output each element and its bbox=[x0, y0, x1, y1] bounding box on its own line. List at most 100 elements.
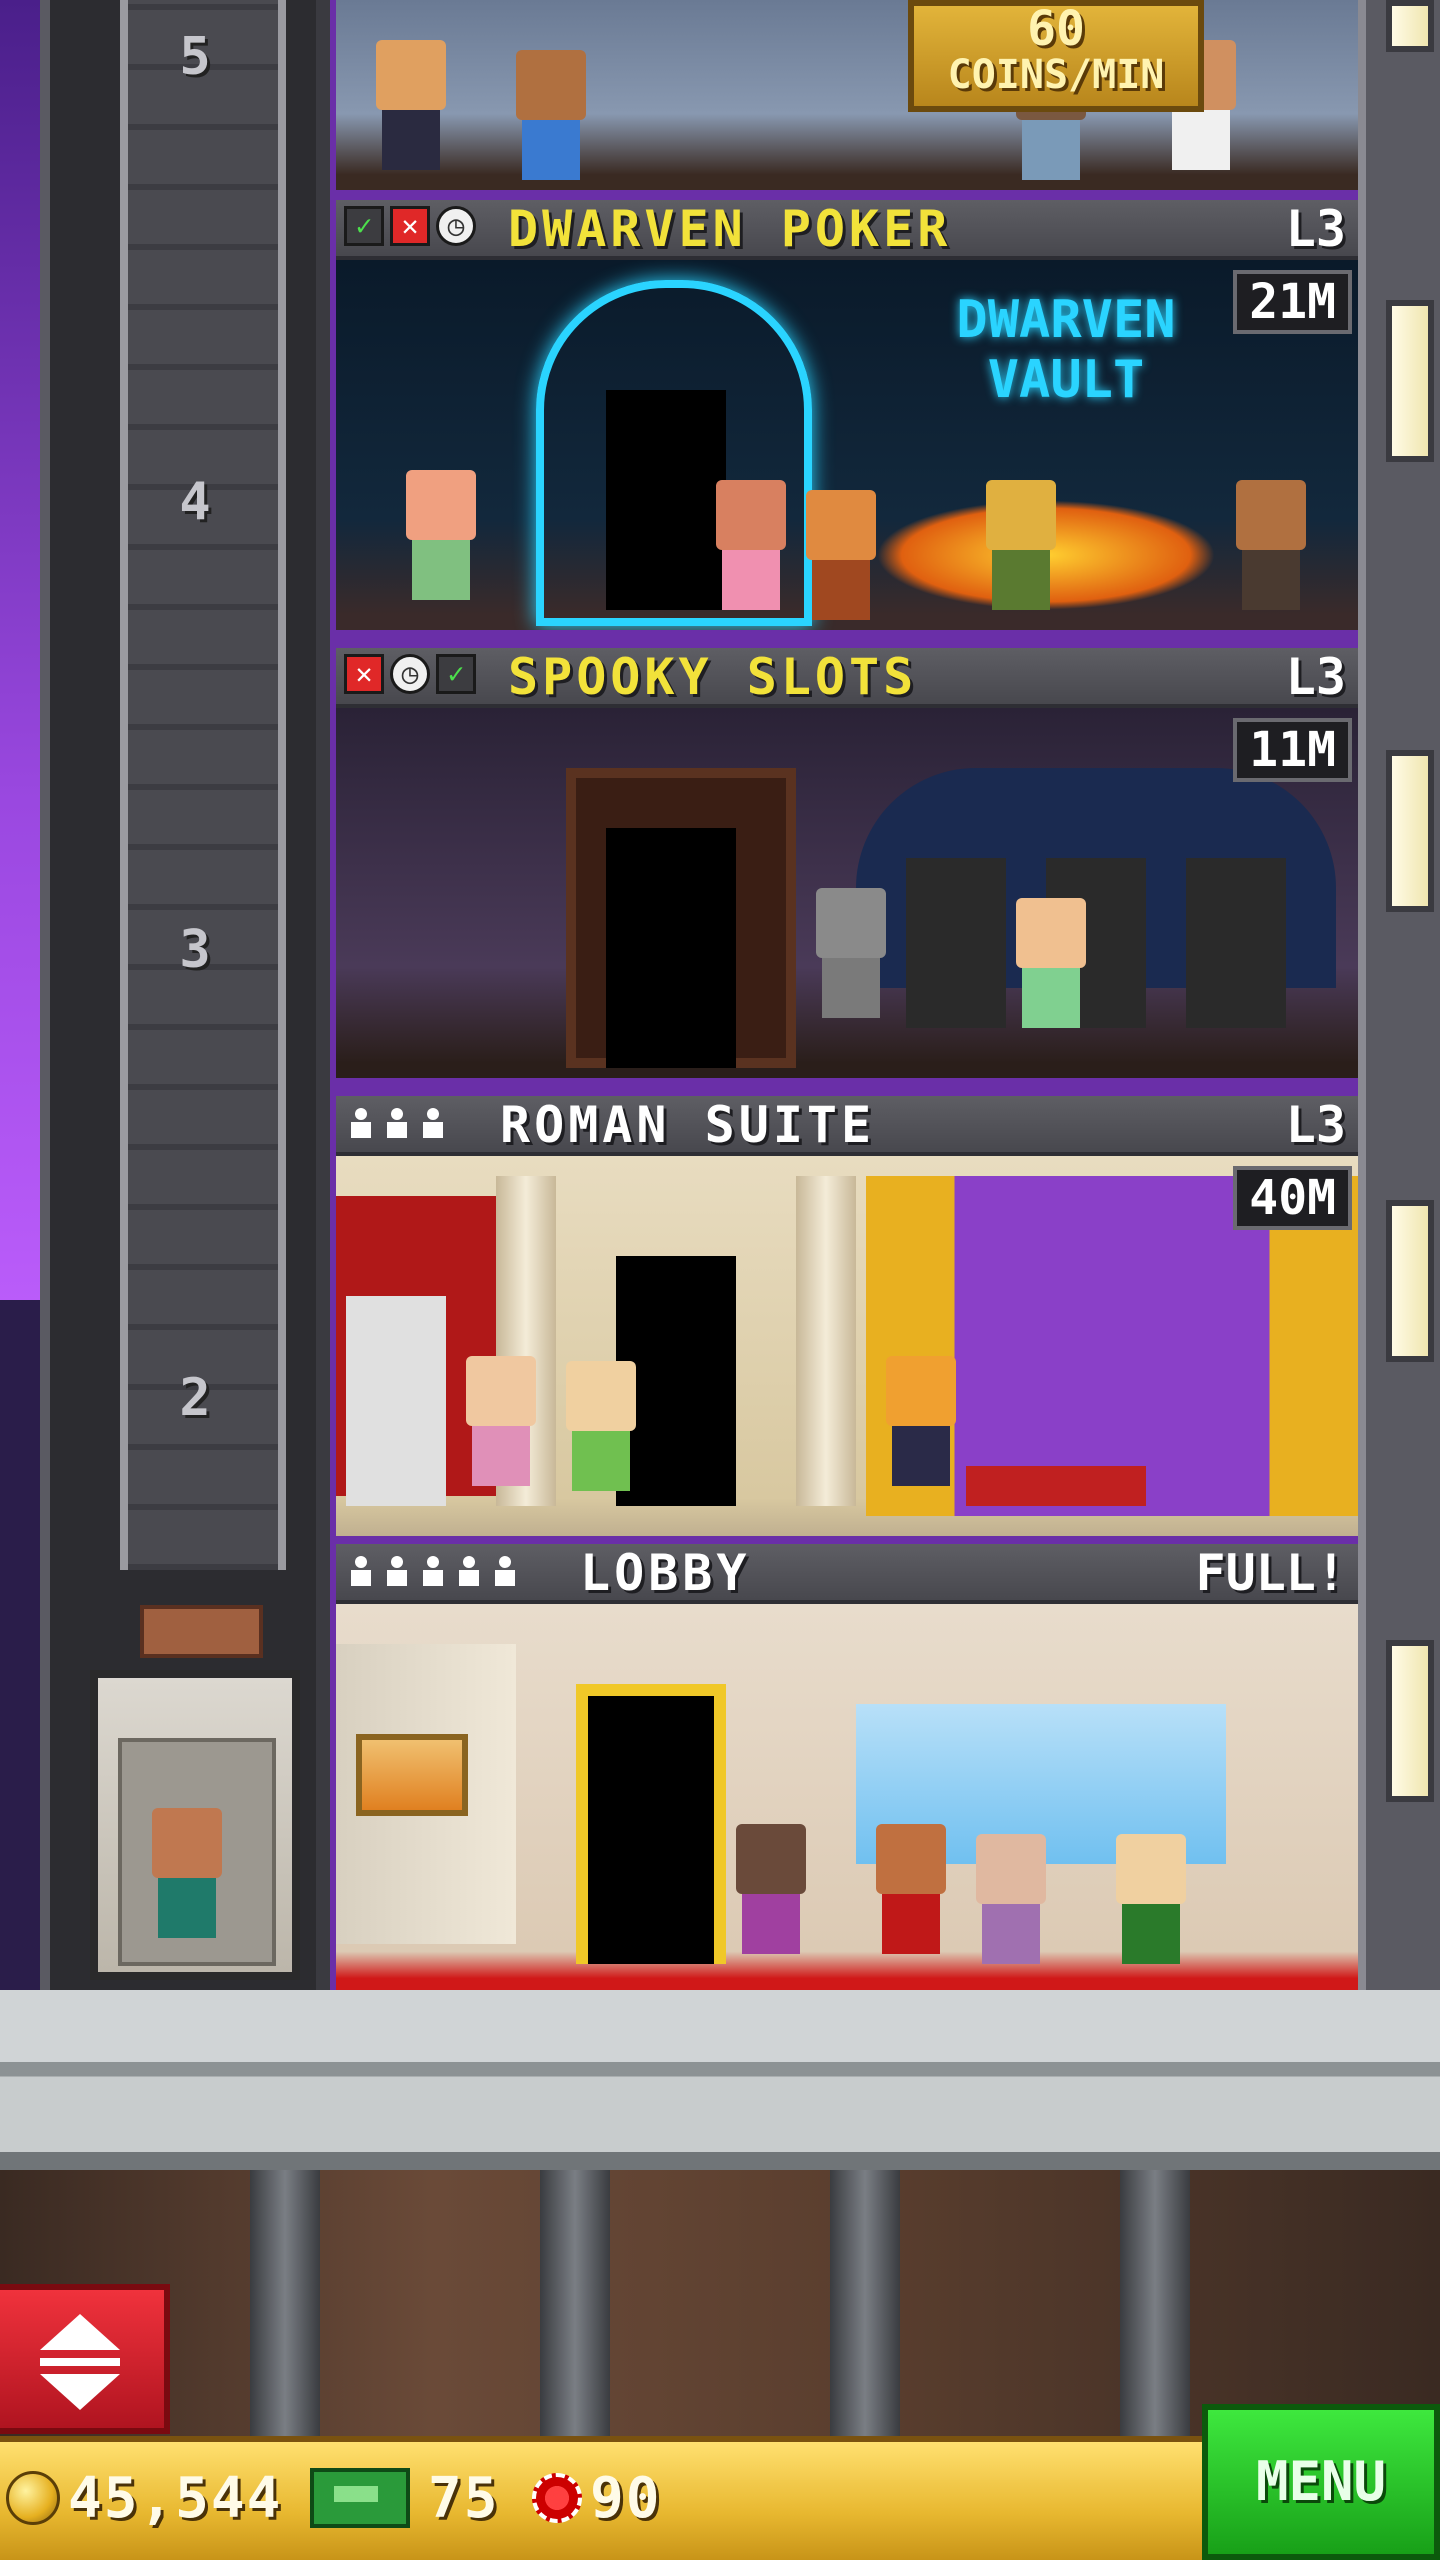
city-skyline bbox=[0, 1300, 40, 2000]
status-icons: ✓ ✕ ◷ bbox=[344, 206, 476, 246]
bellhop-body bbox=[882, 1894, 940, 1954]
roman-suite-room bbox=[336, 1156, 1358, 1536]
resident-icon bbox=[422, 1546, 444, 1590]
floor-dwarven-poker[interactable]: ✓ ✕ ◷ DWARVEN POKER L3 DWARVEN VAULT 21M bbox=[336, 200, 1358, 648]
room-door[interactable] bbox=[606, 390, 726, 610]
guest-body bbox=[1122, 1904, 1180, 1964]
guest-head bbox=[566, 1361, 636, 1431]
elevator-car[interactable] bbox=[90, 1670, 300, 1980]
resident-icon bbox=[386, 1098, 408, 1142]
guest-head bbox=[376, 40, 446, 110]
bed bbox=[966, 1466, 1146, 1506]
wall-lamp bbox=[1386, 0, 1434, 52]
dwarf-body bbox=[812, 560, 870, 620]
resident-icon bbox=[458, 1546, 480, 1590]
basement[interactable] bbox=[0, 2170, 1440, 2440]
floor-name: ROMAN SUITE bbox=[500, 1096, 876, 1154]
menu-button[interactable]: MENU bbox=[1202, 2404, 1440, 2560]
guest-head bbox=[716, 480, 786, 550]
resident-icon bbox=[494, 1546, 516, 1590]
elevator-rider[interactable] bbox=[152, 1808, 232, 1948]
wall-lamp bbox=[1386, 300, 1434, 462]
clock-icon: ◷ bbox=[436, 206, 476, 246]
resident-icon bbox=[350, 1098, 372, 1142]
floor-number-2: 2 bbox=[179, 1368, 211, 1428]
floor-restaurant[interactable]: 60 COINS/MIN bbox=[336, 0, 1358, 200]
floor-name: SPOOKY SLOTS bbox=[508, 648, 918, 706]
guest-body bbox=[742, 1894, 800, 1954]
chips-counter[interactable]: 90 bbox=[532, 2458, 661, 2538]
basement-pillar bbox=[540, 2170, 610, 2440]
floor-spooky-slots[interactable]: ✕ ◷ ✓ SPOOKY SLOTS L3 11M bbox=[336, 648, 1358, 1096]
cross-icon: ✕ bbox=[390, 206, 430, 246]
dwarf-body bbox=[1242, 550, 1300, 610]
basement-pillar bbox=[250, 2170, 320, 2440]
chip-icon bbox=[532, 2473, 582, 2523]
resident-icon bbox=[350, 1546, 372, 1590]
floor-lobby[interactable]: LOBBY FULL! bbox=[336, 1544, 1358, 1990]
shaft-wall bbox=[120, 0, 286, 1570]
floor-status: FULL! bbox=[1195, 1544, 1346, 1602]
check-icon: ✓ bbox=[344, 206, 384, 246]
stock-badge[interactable]: 21M bbox=[1233, 270, 1352, 334]
wall-lamp bbox=[1386, 750, 1434, 912]
elevator-control-button[interactable] bbox=[0, 2284, 170, 2434]
coins-per-min-badge[interactable]: 60 COINS/MIN bbox=[908, 0, 1204, 112]
guest-body bbox=[982, 1904, 1040, 1964]
tower-right-wall bbox=[1358, 0, 1440, 1990]
bux-icon bbox=[310, 2468, 410, 2528]
stock-badge[interactable]: 40M bbox=[1233, 1166, 1352, 1230]
floor-number-5: 5 bbox=[179, 27, 211, 87]
guest-head bbox=[1116, 1834, 1186, 1904]
guest-body bbox=[382, 110, 440, 170]
ground-slab bbox=[0, 1990, 1440, 2170]
guest-head bbox=[516, 50, 586, 120]
resident-head bbox=[886, 1356, 956, 1426]
coin-icon bbox=[6, 2471, 60, 2525]
dwarf-body bbox=[992, 550, 1050, 610]
coins-per-min-value: 60 bbox=[1027, 1, 1085, 57]
guest-body bbox=[412, 540, 470, 600]
basement-pillar bbox=[830, 2170, 900, 2440]
chips-value: 90 bbox=[590, 2465, 662, 2531]
stock-badge[interactable]: 11M bbox=[1233, 718, 1352, 782]
guest-body bbox=[522, 120, 580, 180]
slot-machine[interactable] bbox=[906, 858, 1006, 1028]
floor-name: LOBBY bbox=[580, 1544, 751, 1602]
guest-head bbox=[736, 1824, 806, 1894]
zombie-head bbox=[816, 888, 886, 958]
bux-counter[interactable]: 75 bbox=[310, 2458, 499, 2538]
guest-head bbox=[406, 470, 476, 540]
statue bbox=[346, 1296, 446, 1506]
floor-title-bar: ✕ ◷ ✓ SPOOKY SLOTS L3 bbox=[336, 648, 1358, 708]
slot-machine[interactable] bbox=[1186, 858, 1286, 1028]
guest-body bbox=[572, 1431, 630, 1491]
spooky-slots-room bbox=[336, 708, 1358, 1078]
wall-lamp bbox=[1386, 1640, 1434, 1802]
guest-head bbox=[466, 1356, 536, 1426]
up-down-arrows-icon bbox=[40, 2314, 120, 2410]
guest-body bbox=[472, 1426, 530, 1486]
basement-pillar bbox=[1120, 2170, 1190, 2440]
zombie-body bbox=[822, 958, 880, 1018]
status-icons: ✕ ◷ ✓ bbox=[344, 654, 476, 694]
bellhop-head bbox=[876, 1824, 946, 1894]
guest-body bbox=[1022, 968, 1080, 1028]
restaurant-room bbox=[336, 0, 1358, 190]
elevator-counterweight bbox=[140, 1605, 263, 1658]
vault-sign: DWARVEN VAULT bbox=[956, 290, 1176, 410]
wall-lamp bbox=[1386, 1200, 1434, 1362]
floor-roman-suite[interactable]: ROMAN SUITE L3 40M bbox=[336, 1096, 1358, 1544]
clock-icon: ◷ bbox=[390, 654, 430, 694]
floor-number-4: 4 bbox=[179, 472, 211, 532]
guest-body bbox=[722, 550, 780, 610]
room-door[interactable] bbox=[606, 828, 736, 1068]
coins-counter[interactable]: 45,544 bbox=[6, 2458, 282, 2538]
resident-icon bbox=[422, 1098, 444, 1142]
coins-per-min-unit: COINS/MIN bbox=[947, 52, 1165, 98]
lobby-door[interactable] bbox=[588, 1696, 714, 1964]
dwarf-head bbox=[1236, 480, 1306, 550]
painting bbox=[356, 1734, 468, 1816]
dwarf-head bbox=[986, 480, 1056, 550]
guest-body bbox=[1022, 120, 1080, 180]
